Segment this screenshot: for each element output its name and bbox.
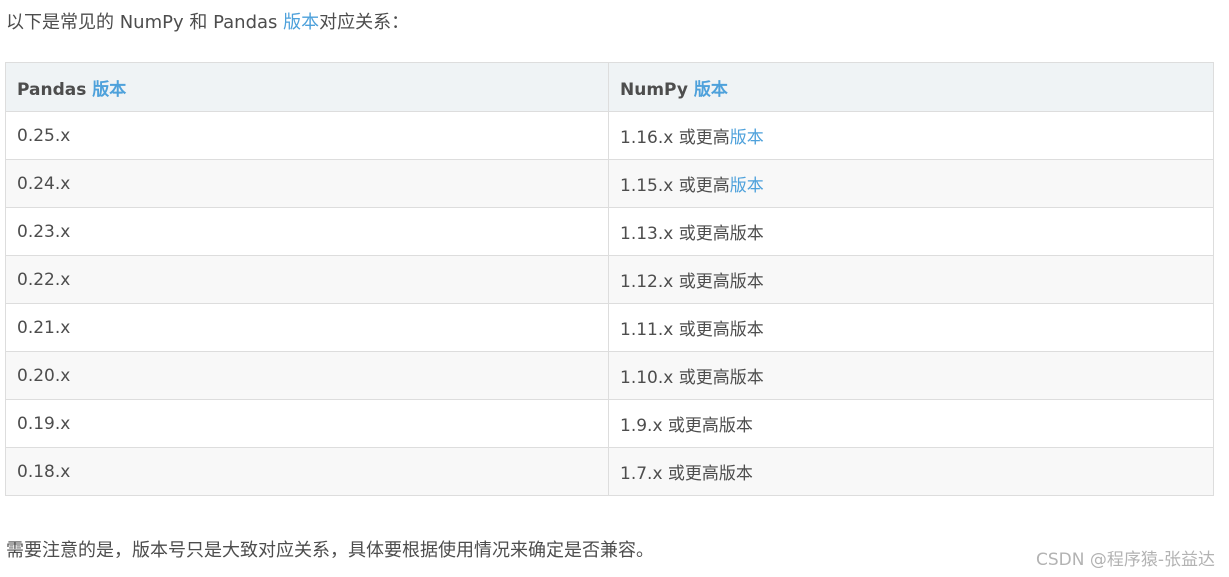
table-row: 0.20.x 1.10.x 或更高版本 — [5, 351, 1214, 400]
pandas-version-cell: 0.21.x — [5, 303, 609, 352]
intro-suffix: 对应关系： — [319, 12, 410, 33]
numpy-version-text: 1.7.x 或更高版本 — [620, 464, 753, 484]
numpy-version-text: 1.9.x 或更高版本 — [620, 416, 753, 436]
pandas-version-cell: 0.18.x — [5, 447, 609, 496]
intro-prefix: 以下是常见的 NumPy 和 Pandas — [6, 12, 284, 33]
numpy-version-cell: 1.9.x 或更高版本 — [608, 399, 1214, 448]
pandas-version-cell: 0.25.x — [5, 111, 609, 160]
pandas-version-cell: 0.24.x — [5, 159, 609, 208]
numpy-version-link[interactable]: 版本 — [730, 176, 764, 196]
numpy-version-text: 1.15.x 或更高 — [620, 176, 730, 196]
header-pandas-label: Pandas — [17, 79, 93, 100]
pandas-version-cell: 0.20.x — [5, 351, 609, 400]
compatibility-note: 需要注意的是，版本号只是大致对应关系，具体要根据使用情况来确定是否兼容。 — [6, 540, 654, 561]
numpy-version-text: 1.16.x 或更高 — [620, 128, 730, 148]
table-row: 0.23.x 1.13.x 或更高版本 — [5, 207, 1214, 256]
numpy-version-cell: 1.12.x 或更高版本 — [608, 255, 1214, 304]
intro-paragraph: 以下是常见的 NumPy 和 Pandas 版本对应关系： — [6, 10, 409, 36]
numpy-version-cell: 1.13.x 或更高版本 — [608, 207, 1214, 256]
pandas-version-cell: 0.19.x — [5, 399, 609, 448]
numpy-version-cell: 1.10.x 或更高版本 — [608, 351, 1214, 400]
table-header-row: Pandas 版本 NumPy 版本 — [5, 62, 1214, 112]
pandas-version-cell: 0.23.x — [5, 207, 609, 256]
numpy-version-cell: 1.11.x 或更高版本 — [608, 303, 1214, 352]
header-numpy-label: NumPy — [620, 79, 694, 100]
intro-version-link[interactable]: 版本 — [283, 12, 319, 33]
header-numpy-version: NumPy 版本 — [608, 62, 1214, 112]
numpy-version-text: 1.10.x 或更高版本 — [620, 368, 764, 388]
table-row: 0.19.x 1.9.x 或更高版本 — [5, 399, 1214, 448]
numpy-version-text: 1.12.x 或更高版本 — [620, 272, 764, 292]
table-body: 0.25.x 1.16.x 或更高版本 0.24.x 1.15.x 或更高版本 0.23… — [5, 111, 1214, 496]
table-row: 0.21.x 1.11.x 或更高版本 — [5, 303, 1214, 352]
numpy-version-cell: 1.7.x 或更高版本 — [608, 447, 1214, 496]
header-numpy-link[interactable]: 版本 — [694, 80, 728, 100]
table-row: 0.25.x 1.16.x 或更高版本 — [5, 111, 1214, 160]
table-row: 0.24.x 1.15.x 或更高版本 — [5, 159, 1214, 208]
table-row: 0.22.x 1.12.x 或更高版本 — [5, 255, 1214, 304]
csdn-watermark: CSDN @程序猿-张益达 — [1035, 550, 1215, 570]
table-row: 0.18.x 1.7.x 或更高版本 — [5, 447, 1214, 496]
header-pandas-version: Pandas 版本 — [5, 62, 609, 112]
version-table: Pandas 版本 NumPy 版本 0.25.x 1.16.x 或更高版本 0.2… — [5, 62, 1214, 496]
numpy-version-text: 1.13.x 或更高版本 — [620, 224, 764, 244]
numpy-version-cell: 1.16.x 或更高版本 — [608, 111, 1214, 160]
numpy-version-link[interactable]: 版本 — [730, 128, 764, 148]
header-pandas-link[interactable]: 版本 — [92, 80, 126, 100]
numpy-version-text: 1.11.x 或更高版本 — [620, 320, 764, 340]
pandas-version-cell: 0.22.x — [5, 255, 609, 304]
numpy-version-cell: 1.15.x 或更高版本 — [608, 159, 1214, 208]
